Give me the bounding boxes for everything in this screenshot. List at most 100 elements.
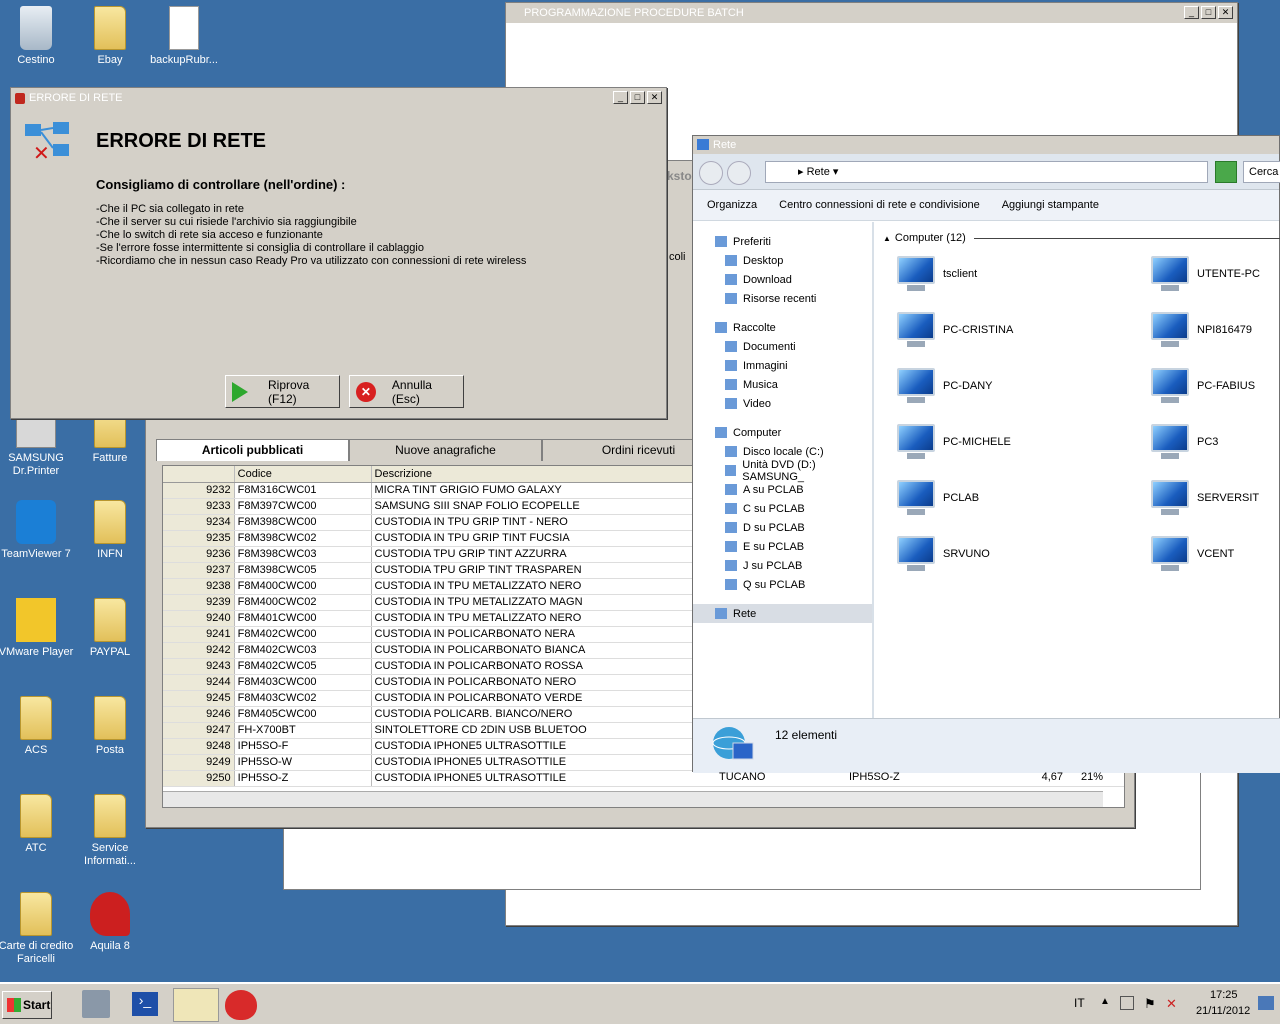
explorer-taskbar-icon[interactable] xyxy=(173,988,219,1022)
column-header[interactable]: Codice xyxy=(234,466,372,483)
minimize-button[interactable]: _ xyxy=(613,91,628,104)
desktop-icon[interactable]: Service Informati... xyxy=(70,794,150,868)
collapse-icon[interactable]: ▲ xyxy=(883,234,891,243)
nav-item[interactable]: Unità DVD (D:) SAMSUNG_ xyxy=(715,459,872,483)
network-computer[interactable]: PC-DANY xyxy=(893,366,993,406)
retry-button[interactable]: Riprova (F12) xyxy=(225,375,340,408)
computer-icon xyxy=(1147,366,1193,406)
nav-item[interactable]: Raccolte xyxy=(715,318,872,337)
nav-item[interactable]: Immagini xyxy=(715,356,872,375)
nav-item[interactable]: E su PCLAB xyxy=(715,537,872,556)
network-computer[interactable]: tsclient xyxy=(893,254,977,294)
nav-item[interactable]: Video xyxy=(715,394,872,413)
server-manager-icon[interactable] xyxy=(82,990,110,1018)
language-indicator[interactable]: IT xyxy=(1074,996,1085,1010)
table-cell: 9245 xyxy=(163,690,235,707)
side-fragment: coli xyxy=(669,251,686,263)
close-button[interactable]: ✕ xyxy=(1218,6,1233,19)
aquila-icon xyxy=(90,892,130,936)
computer-icon xyxy=(893,422,939,462)
network-computer[interactable]: NPI816479 xyxy=(1147,310,1252,350)
refresh-button[interactable] xyxy=(1215,161,1237,183)
desktop-icon[interactable]: Ebay xyxy=(70,6,150,67)
error-dialog-titlebar[interactable]: ERRORE DI RETE _ □ ✕ xyxy=(11,88,666,108)
computer-icon xyxy=(1147,422,1193,462)
column-header[interactable] xyxy=(163,466,235,483)
chevron-up-icon[interactable]: ▲ xyxy=(1100,996,1110,1007)
volume-icon[interactable]: ✕ xyxy=(1166,996,1177,1012)
network-computer[interactable]: PCLAB xyxy=(893,478,979,518)
search-input[interactable]: Cerca xyxy=(1243,161,1280,183)
star-icon xyxy=(715,236,727,247)
computer-name: PC-FABIUS xyxy=(1197,380,1256,392)
back-button[interactable] xyxy=(699,161,723,185)
network-computer[interactable]: PC-FABIUS xyxy=(1147,366,1255,406)
desktop-icon[interactable]: PAYPAL xyxy=(70,598,150,659)
cancel-button[interactable]: ✕ Annulla (Esc) xyxy=(349,375,464,408)
minimize-button[interactable]: _ xyxy=(1184,6,1199,19)
table-cell: F8M397CWC00 xyxy=(234,498,372,515)
clock-time[interactable]: 17:25 xyxy=(1210,989,1238,1001)
address-bar[interactable]: ▸ Rete ▾ xyxy=(765,161,1208,183)
network-tray-icon[interactable] xyxy=(1120,996,1134,1010)
desktop-icon[interactable]: Posta xyxy=(70,696,150,757)
nav-item[interactable]: A su PCLAB xyxy=(715,480,872,499)
tab-0[interactable]: Articoli pubblicati xyxy=(156,439,349,461)
show-desktop-button[interactable] xyxy=(1258,996,1274,1010)
nav-item[interactable]: Risorse recenti xyxy=(715,289,872,308)
desktop-icon[interactable]: backupRubr... xyxy=(144,6,224,67)
nav-item[interactable]: Desktop xyxy=(715,251,872,270)
desktop-icon[interactable]: INFN xyxy=(70,500,150,561)
computer-icon xyxy=(893,534,939,574)
desktop-icon[interactable]: TeamViewer 7 xyxy=(0,500,76,561)
forward-button[interactable] xyxy=(727,161,751,185)
nav-item[interactable]: Musica xyxy=(715,375,872,394)
table-cell: F8M402CWC00 xyxy=(234,626,372,643)
explorer-title: Rete xyxy=(713,139,737,151)
network-computer[interactable]: PC-MICHELE xyxy=(893,422,1011,462)
flag-icon[interactable]: ⚑ xyxy=(1144,996,1156,1012)
powershell-icon[interactable]: ›_ xyxy=(132,992,158,1016)
network-computer[interactable]: UTENTE-PC xyxy=(1147,254,1260,294)
maximize-button[interactable]: □ xyxy=(630,91,645,104)
desktop-icon[interactable]: ACS xyxy=(0,696,76,757)
desktop-icon[interactable]: Cestino xyxy=(0,6,76,67)
tab-1[interactable]: Nuove anagrafiche xyxy=(349,439,542,461)
network-computer[interactable]: PC-CRISTINA xyxy=(893,310,1013,350)
nav-item[interactable]: J su PCLAB xyxy=(715,556,872,575)
clock-date[interactable]: 21/11/2012 xyxy=(1196,1005,1250,1017)
desktop-icon[interactable]: Aquila 8 xyxy=(70,892,150,953)
desktop-icon-label: ACS xyxy=(24,744,48,756)
computer-icon xyxy=(893,254,939,294)
nav-item[interactable]: Rete xyxy=(693,604,872,623)
toolbar-item[interactable]: Centro connessioni di rete e condivision… xyxy=(779,199,980,211)
nav-item[interactable]: Download xyxy=(715,270,872,289)
network-computer[interactable]: PC3 xyxy=(1147,422,1218,462)
nav-item[interactable]: D su PCLAB xyxy=(715,518,872,537)
start-button[interactable]: Start xyxy=(2,991,52,1019)
batch-window-titlebar[interactable]: PROGRAMMAZIONE PROCEDURE BATCH _ □ ✕ xyxy=(506,3,1237,23)
maximize-button[interactable]: □ xyxy=(1201,6,1216,19)
network-computer[interactable]: SERVERSIT xyxy=(1147,478,1259,518)
explorer-titlebar[interactable]: Rete xyxy=(693,136,1279,154)
explorer-window[interactable]: Rete ▸ Rete ▾ Cerca Organizza Centro conn… xyxy=(692,135,1280,773)
desktop-icon[interactable]: Carte di credito Faricelli xyxy=(0,892,76,966)
horizontal-scrollbar[interactable] xyxy=(163,791,1103,807)
nav-item[interactable]: C su PCLAB xyxy=(715,499,872,518)
nav-item[interactable]: Preferiti xyxy=(715,232,872,251)
nav-label: Raccolte xyxy=(733,321,776,334)
nav-item[interactable]: Documenti xyxy=(715,337,872,356)
desktop-icon[interactable]: VMware Player xyxy=(0,598,76,659)
toolbar-item[interactable]: Aggiungi stampante xyxy=(1002,199,1099,211)
nav-item[interactable]: Q su PCLAB xyxy=(715,575,872,594)
toolbar-item[interactable]: Organizza xyxy=(707,199,757,211)
network-computer[interactable]: VCENT xyxy=(1147,534,1234,574)
error-dialog[interactable]: ERRORE DI RETE _ □ ✕ ✕ ERRORE DI RETE Cons… xyxy=(10,87,667,419)
nav-item[interactable]: Computer xyxy=(715,423,872,442)
close-button[interactable]: ✕ xyxy=(647,91,662,104)
readypro-taskbar-icon[interactable] xyxy=(225,990,257,1020)
network-computer[interactable]: SRVUNO xyxy=(893,534,990,574)
folder-icon xyxy=(725,293,737,304)
desktop-icon[interactable]: ATC xyxy=(0,794,76,855)
computer-name: VCENT xyxy=(1197,548,1235,560)
